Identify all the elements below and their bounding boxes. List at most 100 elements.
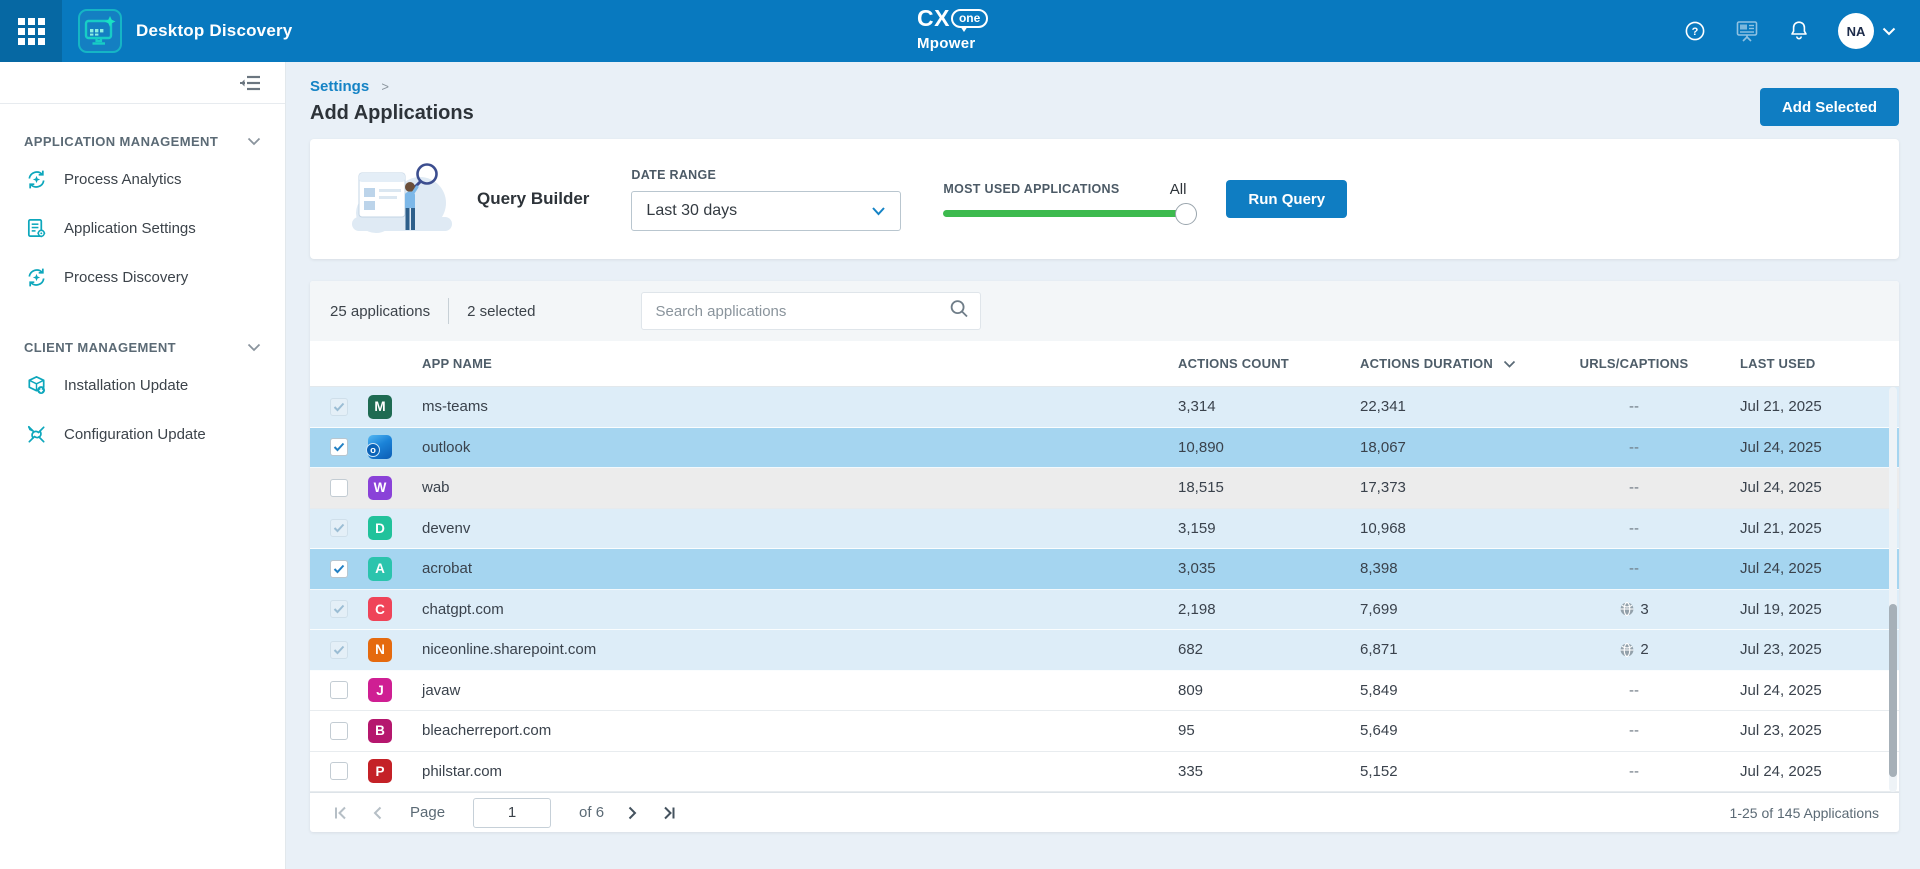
table-scrollbar-track[interactable] xyxy=(1889,387,1897,792)
column-header-app-name[interactable]: APP NAME xyxy=(410,356,1178,371)
sidebar-item-configuration-update[interactable]: Configuration Update xyxy=(0,410,285,459)
table-row[interactable]: P philstar.com 335 5,152 -- Jul 24, 2025 xyxy=(310,752,1899,793)
actions-count-value: 682 xyxy=(1178,641,1360,658)
last-used-value: Jul 19, 2025 xyxy=(1718,601,1899,618)
table-row[interactable]: C chatgpt.com 2,198 7,699 3 Jul 19, 2025 xyxy=(310,590,1899,631)
last-used-value: Jul 24, 2025 xyxy=(1718,763,1899,780)
last-used-value: Jul 24, 2025 xyxy=(1718,479,1899,496)
application-settings-icon xyxy=(24,217,48,241)
app-launcher-button[interactable] xyxy=(0,0,62,62)
row-checkbox[interactable] xyxy=(330,479,348,497)
actions-duration-value: 8,398 xyxy=(1360,560,1550,577)
actions-duration-value: 5,152 xyxy=(1360,763,1550,780)
last-page-button[interactable] xyxy=(658,802,680,824)
table-header: APP NAME ACTIONS COUNT ACTIONS DURATION … xyxy=(310,341,1899,387)
most-used-applications-label: MOST USED APPLICATIONS xyxy=(943,182,1119,196)
table-toolbar: 25 applications 2 selected xyxy=(310,281,1899,341)
row-checkbox xyxy=(330,641,348,659)
chevron-down-icon xyxy=(247,343,261,352)
query-builder-card: Query Builder DATE RANGE Last 30 days MO… xyxy=(310,139,1899,259)
app-icon: N xyxy=(368,638,392,662)
row-checkbox[interactable] xyxy=(330,438,348,456)
sidebar-item-label: Application Settings xyxy=(64,220,196,237)
chevron-down-icon xyxy=(1882,27,1896,36)
table-row[interactable]: N niceonline.sharepoint.com 682 6,871 2 … xyxy=(310,630,1899,671)
row-checkbox[interactable] xyxy=(330,560,348,578)
column-header-urls-captions[interactable]: URLS/CAPTIONS xyxy=(1550,356,1718,371)
table-row[interactable]: A acrobat 3,035 8,398 -- Jul 24, 2025 xyxy=(310,549,1899,590)
waffle-icon xyxy=(18,18,45,45)
presentation-icon xyxy=(1734,18,1760,44)
row-checkbox xyxy=(330,600,348,618)
globe-icon xyxy=(1619,642,1635,658)
section-application-management[interactable]: APPLICATION MANAGEMENT xyxy=(0,134,285,149)
breadcrumb: Settings > xyxy=(310,78,474,95)
app-icon: W xyxy=(368,476,392,500)
app-name: acrobat xyxy=(410,560,1178,577)
most-used-slider-track[interactable] xyxy=(943,210,1188,217)
bell-icon xyxy=(1787,19,1811,43)
row-checkbox xyxy=(330,398,348,416)
query-builder-illustration xyxy=(350,151,455,248)
row-checkbox[interactable] xyxy=(330,722,348,740)
add-selected-button[interactable]: Add Selected xyxy=(1760,88,1899,126)
column-header-actions-count[interactable]: ACTIONS COUNT xyxy=(1178,356,1360,371)
sidebar-item-label: Configuration Update xyxy=(64,426,206,443)
urls-captions-value: -- xyxy=(1550,520,1718,537)
presentation-button[interactable] xyxy=(1734,18,1760,44)
next-page-button[interactable] xyxy=(622,802,644,824)
sidebar-item-process-discovery[interactable]: Process Discovery xyxy=(0,253,285,302)
row-checkbox[interactable] xyxy=(330,681,348,699)
page-number-input[interactable] xyxy=(473,798,551,828)
row-checkbox xyxy=(330,519,348,537)
section-client-management[interactable]: CLIENT MANAGEMENT xyxy=(0,340,285,355)
sidebar-item-application-settings[interactable]: Application Settings xyxy=(0,204,285,253)
topbar: Desktop Discovery CX one Mpower ? xyxy=(0,0,1920,62)
row-checkbox[interactable] xyxy=(330,762,348,780)
actions-duration-value: 5,849 xyxy=(1360,682,1550,699)
date-range-select[interactable]: Last 30 days xyxy=(631,191,901,231)
actions-count-value: 809 xyxy=(1178,682,1360,699)
app-name: javaw xyxy=(410,682,1178,699)
breadcrumb-separator: > xyxy=(381,79,389,94)
sidebar-item-process-analytics[interactable]: Process Analytics xyxy=(0,155,285,204)
pagination: Page of 6 1-25 of 145 Applications xyxy=(310,792,1899,832)
desktop-discovery-logo-icon xyxy=(78,9,122,53)
table-row[interactable]: J javaw 809 5,849 -- Jul 24, 2025 xyxy=(310,671,1899,712)
notifications-button[interactable] xyxy=(1786,18,1812,44)
page-title: Add Applications xyxy=(310,102,474,125)
actions-count-value: 2,198 xyxy=(1178,601,1360,618)
sidebar-item-label: Process Discovery xyxy=(64,269,188,286)
table-scrollbar-thumb[interactable] xyxy=(1889,604,1897,777)
process-discovery-icon xyxy=(24,266,48,290)
column-header-actions-duration[interactable]: ACTIONS DURATION xyxy=(1360,356,1550,371)
sidebar-item-installation-update[interactable]: Installation Update xyxy=(0,361,285,410)
outlook-icon: o xyxy=(368,435,392,459)
user-menu[interactable]: NA xyxy=(1838,13,1896,49)
most-used-slider-thumb[interactable] xyxy=(1175,203,1197,225)
table-row[interactable]: W wab 18,515 17,373 -- Jul 24, 2025 xyxy=(310,468,1899,509)
urls-captions-value: 2 xyxy=(1550,641,1718,658)
search-input[interactable] xyxy=(641,292,981,330)
run-query-button[interactable]: Run Query xyxy=(1226,180,1347,218)
column-header-last-used[interactable]: LAST USED xyxy=(1718,356,1899,371)
app-icon: M xyxy=(368,395,392,419)
actions-duration-value: 17,373 xyxy=(1360,479,1550,496)
last-used-value: Jul 21, 2025 xyxy=(1718,398,1899,415)
table-row[interactable]: B bleacherreport.com 95 5,649 -- Jul 23,… xyxy=(310,711,1899,752)
svg-text:?: ? xyxy=(1692,26,1699,38)
selected-count: 2 selected xyxy=(467,303,535,320)
results-range-label: 1-25 of 145 Applications xyxy=(1730,805,1879,821)
breadcrumb-settings-link[interactable]: Settings xyxy=(310,78,369,95)
actions-duration-value: 6,871 xyxy=(1360,641,1550,658)
actions-count-value: 10,890 xyxy=(1178,439,1360,456)
sidebar-collapse-button[interactable] xyxy=(239,75,261,91)
table-row[interactable]: o outlook 10,890 18,067 -- Jul 24, 2025 xyxy=(310,428,1899,469)
actions-duration-value: 22,341 xyxy=(1360,398,1550,415)
table-row[interactable]: D devenv 3,159 10,968 -- Jul 21, 2025 xyxy=(310,509,1899,550)
globe-icon xyxy=(1619,601,1635,617)
process-analytics-icon xyxy=(24,168,48,192)
help-button[interactable]: ? xyxy=(1682,18,1708,44)
app-icon: J xyxy=(368,678,392,702)
table-row[interactable]: M ms-teams 3,314 22,341 -- Jul 21, 2025 xyxy=(310,387,1899,428)
